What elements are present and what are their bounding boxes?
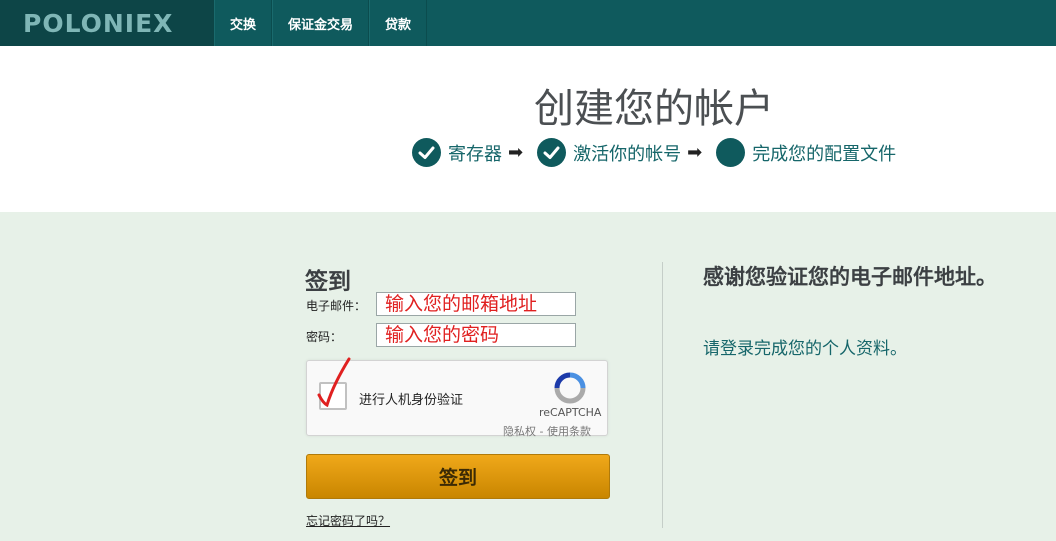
recaptcha-widget: 进行人机身份验证 reCAPTCHA 隐私权 - 使用条款 [306,357,608,439]
password-field[interactable]: 输入您的密码 [376,323,576,347]
step-activate: 激活你的帐号 ➡ [537,138,716,167]
login-title: 签到 [305,269,351,295]
current-step-dot-icon [716,138,746,167]
nav-margin-trading[interactable]: 保证金交易 [272,0,370,46]
arrow-right-icon: ➡ [508,142,524,163]
sign-in-button[interactable]: 签到 [306,454,610,499]
nav-lending[interactable]: 贷款 [369,0,428,46]
nav-exchange[interactable]: 交换 [214,0,273,46]
recaptcha-logo-icon [554,372,586,404]
poloniex-logo[interactable]: POLONIEX [0,0,214,46]
password-label: 密码： [306,330,343,344]
check-icon [537,138,567,167]
recaptcha-terms-link[interactable]: 隐私权 - 使用条款 [503,423,591,439]
check-icon [412,138,441,167]
email-field[interactable]: 输入您的邮箱地址 [376,292,576,316]
recaptcha-brand: reCAPTCHA [539,406,602,419]
progress-steps: 寄存器 ➡ 激活你的帐号 ➡ 完成您的配置文件 [412,138,896,167]
top-nav-bar: POLONIEX 交换 保证金交易 贷款 [0,0,1056,46]
thanks-title: 感谢您验证您的电子邮件地址。 [703,265,997,289]
step-complete-profile: 完成您的配置文件 [716,138,896,167]
thanks-subtitle: 请登录完成您的个人资料。 [703,339,907,359]
step-register: 寄存器 ➡ [412,138,537,167]
vertical-divider [662,262,663,528]
email-label: 电子邮件： [306,299,367,313]
page-title: 创建您的帐户 [534,86,774,132]
step-label: 完成您的配置文件 [752,143,897,165]
handwritten-check-icon [317,357,351,408]
step-label: 寄存器 [448,143,502,165]
header-section: 创建您的帐户 寄存器 ➡ 激活你的帐号 ➡ 完成您的配置文件 [0,46,1056,212]
arrow-right-icon: ➡ [687,142,703,163]
recaptcha-label: 进行人机身份验证 [359,393,464,408]
logo-text: POLONIEX [23,8,174,38]
step-label: 激活你的帐号 [573,143,682,165]
forgot-password-link[interactable]: 忘记密码了吗？ [306,512,390,529]
